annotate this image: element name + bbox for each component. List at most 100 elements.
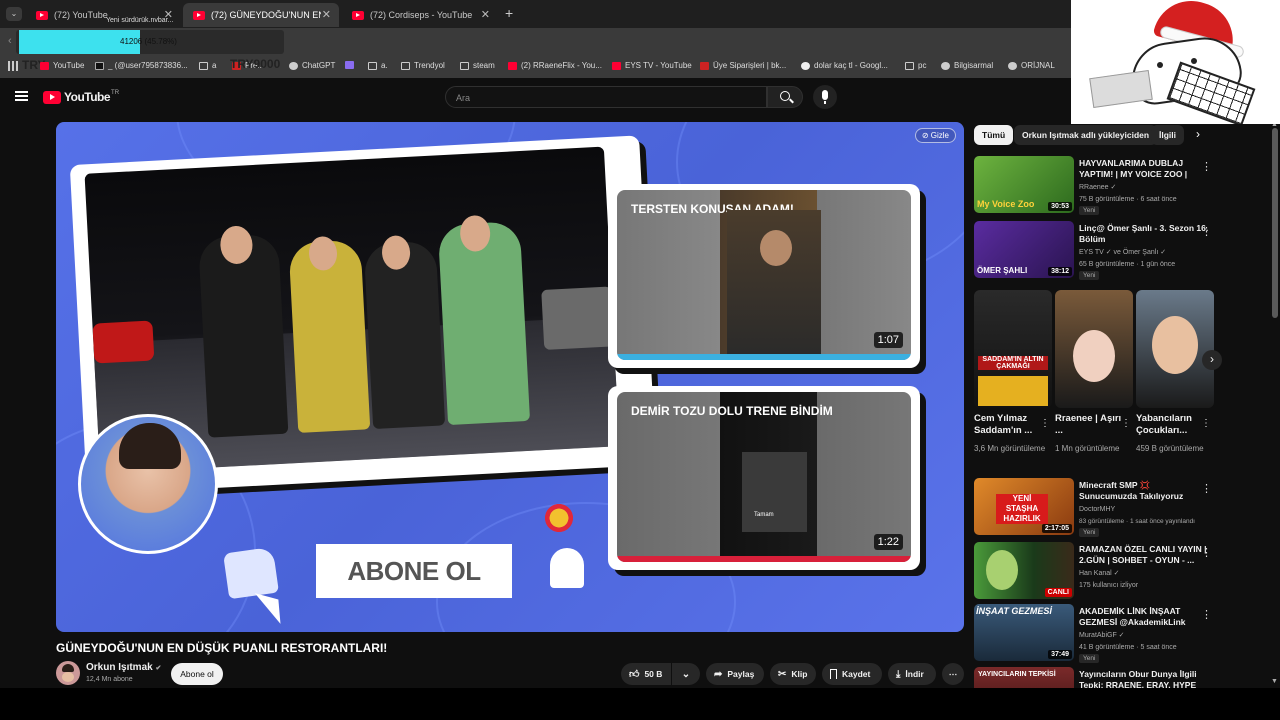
- bookmark-orijnal[interactable]: ORİJNAL: [1008, 61, 1055, 70]
- more-options-icon[interactable]: ⋮: [1201, 546, 1212, 559]
- sidebar-scrollbar[interactable]: [1272, 128, 1278, 318]
- new-tab-button[interactable]: +: [505, 5, 513, 21]
- more-options-icon[interactable]: ⋮: [1201, 225, 1212, 238]
- list-item[interactable]: YENİ STAŞHA HAZIRLIK 2:17:05 Minecraft S…: [974, 478, 1224, 538]
- bookmark-label: a.: [381, 61, 388, 70]
- chip-related[interactable]: İlgili: [1151, 125, 1184, 145]
- apps-grid-icon[interactable]: [8, 61, 18, 71]
- search-input[interactable]: Ara: [445, 86, 767, 108]
- more-actions-button[interactable]: ⋯: [942, 663, 964, 685]
- video-player[interactable]: TERSTEN KONUŞAN ADAM! 1:07 DEMİR TOZU DO…: [56, 122, 964, 632]
- duration-badge: 1:22: [873, 534, 903, 550]
- more-options-icon[interactable]: ⋮: [1040, 418, 1050, 429]
- chip-from-uploader[interactable]: Orkun Işıtmak adlı yükleyiciden: [1014, 125, 1158, 145]
- tab-label: (72) GÜNEYDOĞU'NUN EN DÜŞ: [211, 10, 321, 20]
- bottom-black-bar: [0, 688, 1280, 720]
- bookmark-siparisler[interactable]: Üye Siparişleri | bk...: [700, 61, 786, 70]
- share-button[interactable]: ➦ Paylaş: [706, 663, 764, 685]
- short-thumbnail[interactable]: [1055, 290, 1133, 408]
- video-thumbnail: ÖMER ŞAHLI 38:12: [974, 221, 1074, 278]
- subscribe-button[interactable]: Abone ol: [171, 663, 223, 685]
- bookmark-tiktok[interactable]: _ (@user795873836...: [95, 61, 188, 70]
- bookmark-eystv[interactable]: EYS TV - YouTube: [612, 61, 692, 70]
- scissors-icon: ✂: [778, 668, 787, 680]
- video-card-1[interactable]: TERSTEN KONUŞAN ADAM! 1:07: [608, 184, 920, 368]
- search-button[interactable]: [767, 86, 803, 108]
- channel-avatar[interactable]: [56, 661, 80, 685]
- bookmark-label: ORİJNAL: [1021, 61, 1055, 70]
- bookmark-folder-a[interactable]: a: [199, 61, 216, 70]
- thumbs-up-icon: 👍︎: [629, 669, 640, 680]
- short-title[interactable]: Rraenee | Aşırı ...: [1055, 413, 1123, 437]
- bookmark-label: pc: [918, 61, 927, 70]
- video-meta: 83 görüntüleme · 1 saat önce yayınlandı: [1079, 518, 1195, 525]
- bookmark-rraeneflix[interactable]: (2) RRaeneFlix - You...: [508, 61, 602, 70]
- sparkle-icon: [534, 500, 584, 536]
- short-thumbnail[interactable]: [1136, 290, 1214, 408]
- list-item[interactable]: CANLI RAMAZAN ÖZEL CANLI YAYIN | 2.GÜN |…: [974, 542, 1224, 602]
- more-options-icon[interactable]: ⋮: [1201, 160, 1212, 173]
- video-meta: 175 kullanıcı izliyor: [1079, 582, 1139, 589]
- thumbnail-text: YENİ STAŞHA HAZIRLIK: [996, 494, 1048, 524]
- bookmark-label: (2) RRaeneFlix - You...: [521, 61, 602, 70]
- shorts-next-button[interactable]: ›: [1202, 350, 1222, 370]
- youtube-logo[interactable]: YouTube TR: [43, 90, 119, 104]
- video-meta: 41 B görüntüleme · 5 saat önce: [1079, 644, 1177, 651]
- browser-tab-video[interactable]: (72) GÜNEYDOĞU'NUN EN DÜŞ ✕: [183, 3, 339, 27]
- new-badge: Yeni: [1079, 528, 1100, 537]
- bookmark-pc[interactable]: pc: [905, 61, 926, 70]
- bookmark-chatgpt[interactable]: ChatGPT: [289, 61, 335, 70]
- bookmark-trendyol[interactable]: Trendyol: [401, 61, 445, 70]
- bookmark-label: EYS TV - YouTube: [625, 61, 692, 70]
- short-title[interactable]: Cem Yılmaz Saddam'ın ...: [974, 413, 1042, 437]
- list-item[interactable]: ÖMER ŞAHLI 38:12 Linç@ Ömer Şanlı - 3. S…: [974, 221, 1224, 281]
- new-badge: Yeni: [1079, 206, 1100, 215]
- thumbnail-text: YAYINCILARIN TEPKİSİ: [978, 671, 1056, 678]
- eye-off-icon: ⊘: [921, 131, 929, 140]
- tab-search-button[interactable]: ⌄: [6, 7, 22, 21]
- bookmark-feather[interactable]: [345, 61, 358, 69]
- like-button[interactable]: 👍︎ 50 B: [621, 663, 671, 685]
- video-thumbnail: CANLI: [974, 542, 1074, 599]
- more-options-icon[interactable]: ⋮: [1201, 608, 1212, 621]
- save-button[interactable]: Kaydet: [822, 663, 882, 685]
- channel-name[interactable]: Orkun Işıtmak ✔: [86, 662, 161, 673]
- bookmark-bilgisarmal[interactable]: Bilgisarmal: [941, 61, 993, 70]
- short-title[interactable]: Yabancıların Çocukları...: [1136, 413, 1204, 437]
- youtube-favicon-icon: [352, 10, 364, 20]
- dislike-button[interactable]: ⌄: [672, 663, 700, 685]
- bookmark-label: Trendyol: [414, 61, 445, 70]
- youtube-favicon-icon: [612, 61, 621, 70]
- download-button[interactable]: ⤓ İndir: [888, 663, 936, 685]
- more-options-icon[interactable]: ⋮: [1201, 418, 1211, 429]
- folder-icon: [199, 61, 208, 70]
- cat-keyboard-sticker: [1071, 0, 1280, 124]
- back-icon[interactable]: ‹: [8, 35, 12, 47]
- tab-label: (72) Cordiseps - YouTube: [370, 10, 473, 20]
- hamburger-menu-icon[interactable]: [15, 91, 28, 101]
- chip-all[interactable]: Tümü: [974, 125, 1014, 145]
- close-tab-icon[interactable]: ✕: [481, 8, 490, 21]
- close-tab-icon[interactable]: ✕: [322, 8, 331, 21]
- bookmark-folder-a2[interactable]: a.: [368, 61, 388, 70]
- chips-next-icon[interactable]: ›: [1196, 127, 1200, 141]
- bookmark-youtube[interactable]: YouTube: [40, 61, 84, 70]
- bookmark-steam[interactable]: steam: [460, 61, 495, 70]
- more-options-icon[interactable]: ⋮: [1121, 418, 1131, 429]
- list-item[interactable]: YAYINCILARIN TEPKİSİ Yayıncıların Obur D…: [974, 667, 1224, 688]
- video-card-2[interactable]: DEMİR TOZU DOLU TRENE BİNDİM Tamam 1:22: [608, 386, 920, 570]
- more-options-icon[interactable]: ⋮: [1201, 482, 1212, 495]
- list-item[interactable]: İNŞAAT GEZMESİ 37:49 AKADEMİK LİNK İNŞAA…: [974, 604, 1224, 664]
- clip-button[interactable]: ✂ Klip: [770, 663, 816, 685]
- hide-overlay-button[interactable]: ⊘ Gizle: [914, 128, 956, 143]
- short-thumbnail[interactable]: SADDAM'IN ALTIN ÇAKMAĞI: [974, 290, 1052, 408]
- channel-name: EYS TV ✓ ve Ömer Şanlı ✓: [1079, 249, 1167, 256]
- browser-tab-cordiseps[interactable]: (72) Cordiseps - YouTube ✕: [342, 3, 498, 27]
- scroll-down-icon[interactable]: ▼: [1271, 678, 1278, 685]
- video-title: Yayıncıların Obur Dunya İlgili Tepki: RR…: [1079, 669, 1197, 688]
- bookmark-dolar[interactable]: dolar kaç tl - Googl...: [801, 61, 888, 70]
- video-title: RAMAZAN ÖZEL CANLI YAYIN | 2.GÜN | SOHBE…: [1079, 544, 1207, 565]
- list-item[interactable]: My Voice Zoo 30:53 HAYVANLARIMA DUBLAJ Y…: [974, 156, 1224, 216]
- bell-icon: [550, 548, 584, 588]
- voice-search-button[interactable]: [813, 85, 837, 109]
